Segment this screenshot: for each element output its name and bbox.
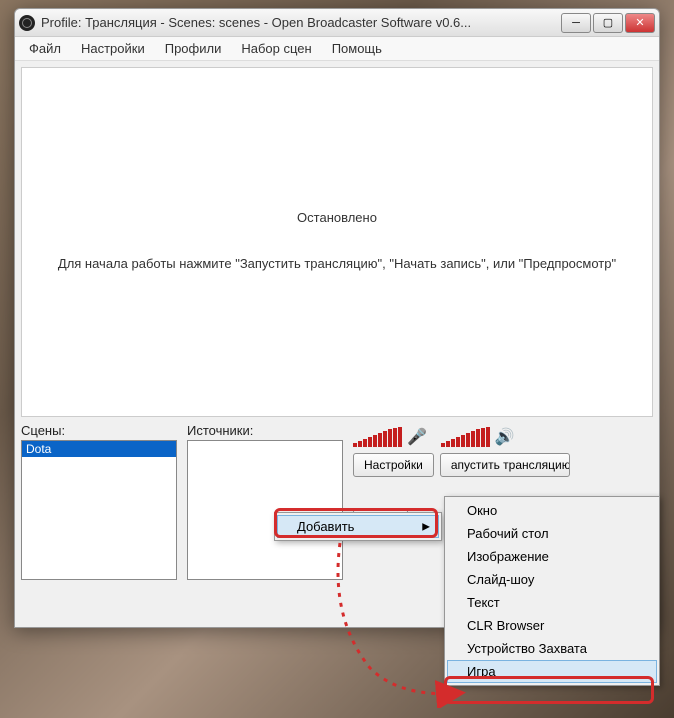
submenu-desktop[interactable]: Рабочий стол [447,522,657,545]
submenu-image[interactable]: Изображение [447,545,657,568]
menu-help[interactable]: Помощь [322,38,392,59]
submenu-window[interactable]: Окно [447,499,657,522]
submenu-text[interactable]: Текст [447,591,657,614]
start-stream-button[interactable]: апустить трансляцию [440,453,570,477]
menubar: Файл Настройки Профили Набор сцен Помощь [15,37,659,61]
audio-meters: 🎤 🔊 [353,425,653,447]
submenu-capture-device[interactable]: Устройство Захвата [447,637,657,660]
sources-context-menu: Добавить ▶ [274,512,442,541]
maximize-button[interactable]: ▢ [593,13,623,33]
sources-label: Источники: [187,423,343,438]
obs-app-icon [19,15,35,31]
menu-settings[interactable]: Настройки [71,38,155,59]
scenes-panel: Сцены: Dota [21,423,177,603]
status-text: Остановлено [297,210,377,225]
close-button[interactable]: ✕ [625,13,655,33]
menu-profiles[interactable]: Профили [155,38,232,59]
microphone-icon[interactable]: 🎤 [407,427,427,447]
window-title: Profile: Трансляция - Scenes: scenes - O… [41,15,561,30]
scenes-listbox[interactable]: Dota [21,440,177,580]
submenu-arrow-icon: ▶ [422,521,430,532]
mic-meter[interactable]: 🎤 [353,425,427,447]
window-controls: ─ ▢ ✕ [561,13,655,33]
ctx-add-label: Добавить [297,519,354,534]
hint-text: Для начала работы нажмите "Запустить тра… [58,255,616,273]
settings-button[interactable]: Настройки [353,453,434,477]
sources-listbox[interactable] [187,440,343,580]
titlebar: Profile: Трансляция - Scenes: scenes - O… [15,9,659,37]
desktop-meter[interactable]: 🔊 [441,425,515,447]
submenu-game[interactable]: Игра [447,660,657,683]
preview-area: Остановлено Для начала работы нажмите "З… [21,67,653,417]
menu-scene-collection[interactable]: Набор сцен [231,38,321,59]
add-source-submenu: Окно Рабочий стол Изображение Слайд-шоу … [444,496,660,686]
speaker-icon[interactable]: 🔊 [495,427,515,447]
minimize-button[interactable]: ─ [561,13,591,33]
submenu-clr-browser[interactable]: CLR Browser [447,614,657,637]
scene-item[interactable]: Dota [22,441,176,457]
ctx-add[interactable]: Добавить ▶ [277,515,439,538]
menu-file[interactable]: Файл [19,38,71,59]
scenes-label: Сцены: [21,423,177,438]
submenu-slideshow[interactable]: Слайд-шоу [447,568,657,591]
